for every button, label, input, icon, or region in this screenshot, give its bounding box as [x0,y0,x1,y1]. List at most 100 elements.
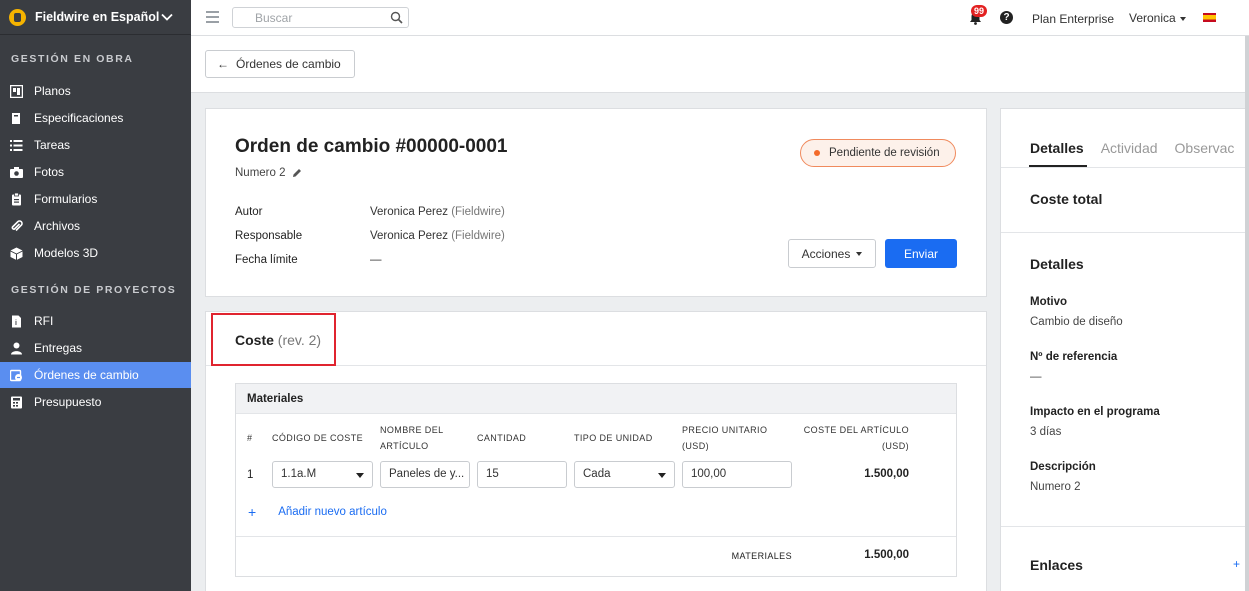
tasks-list-icon [10,139,23,152]
sidebar-item-archivos[interactable]: Archivos [0,213,191,239]
materials-table: Materiales # CÓDIGO DE COSTE NOMBRE DEL … [235,383,957,577]
column-header-name-line2: ARTÍCULO [380,441,429,451]
field-label-schedule-impact: Impacto en el programa [1030,406,1160,418]
section-heading-obra: GESTIÓN EN OBRA [11,53,134,65]
column-header-total: COSTE DEL ARTÍCULO (USD) [796,422,909,454]
calculator-icon [10,396,23,409]
item-name-field[interactable]: Paneles de y... [380,461,470,488]
sidebar-item-fotos[interactable]: Fotos [0,159,191,185]
rfi-document-icon: i [10,315,23,328]
order-subtitle: Numero 2 [235,167,302,179]
author-value: Veronica Perez (Fieldwire) [370,206,505,218]
arrow-left-icon: ← [217,57,229,71]
due-date-value: — [370,254,382,266]
author-name: Veronica Perez [370,206,448,218]
unit-price-field[interactable]: 100,00 [682,461,792,488]
column-header-price-line1: PRECIO UNITARIO [682,425,768,435]
sidebar: Fieldwire en Español GESTIÓN EN OBRA Pla… [0,0,191,591]
caret-down-icon [1179,16,1186,21]
search-icon[interactable] [390,11,403,24]
total-cost-heading: Coste total [1030,191,1103,207]
column-header-price-line2: (USD) [682,441,709,451]
quantity-field[interactable]: 15 [477,461,567,488]
links-heading: Enlaces [1030,557,1083,573]
status-label: Pendiente de revisión [829,147,940,159]
actions-dropdown[interactable]: Acciones [788,239,876,268]
scrollbar[interactable] [1245,36,1249,591]
plan-link[interactable]: Plan Enterprise [1032,12,1114,26]
tab-observaciones[interactable]: Observac [1175,140,1235,156]
add-item-button[interactable]: + Añadir nuevo artículo [248,504,387,520]
back-bar: ← Órdenes de cambio [191,36,1245,93]
details-heading: Detalles [1030,256,1084,272]
unit-type-value: Cada [583,468,611,480]
tab-detalles[interactable]: Detalles [1030,140,1084,156]
project-switcher[interactable]: Fieldwire en Español [0,0,191,35]
field-value-schedule-impact: 3 días [1030,426,1062,438]
add-item-label: Añadir nuevo artículo [278,506,387,518]
status-dot-icon [814,150,820,156]
column-header-total-line2: (USD) [882,441,909,451]
change-order-icon [10,369,23,382]
field-value-motivo: Cambio de diseño [1030,316,1123,328]
paperclip-icon [10,219,23,233]
sidebar-item-label: Entregas [34,341,83,355]
sidebar-item-planos[interactable]: Planos [0,78,191,104]
camera-icon [10,166,23,179]
chevron-down-icon [161,13,173,21]
column-header-total-line1: COSTE DEL ARTÍCULO [803,425,909,435]
field-label-motivo: Motivo [1030,296,1068,308]
person-icon [10,342,23,355]
user-menu[interactable]: Veronica [1129,11,1186,25]
assignee-label: Responsable [235,230,303,242]
assignee-value: Veronica Perez (Fieldwire) [370,230,505,242]
caret-down-icon [658,473,666,478]
add-link-button[interactable]: + [1233,557,1240,571]
plans-icon [10,84,23,98]
sidebar-item-label: Archivos [34,219,81,233]
search-input[interactable] [233,8,383,27]
caret-down-icon [356,473,364,478]
caret-down-icon [856,251,863,256]
sidebar-item-entregas[interactable]: Entregas [0,335,191,361]
section-heading-proyectos: GESTIÓN DE PROYECTOS [11,284,177,296]
column-header-qty: CANTIDAD [477,433,527,443]
sidebar-item-label: Planos [34,84,71,98]
sidebar-item-label: Especificaciones [34,111,124,125]
cost-code-select[interactable]: 1.1a.M [272,461,373,488]
sidebar-item-label: RFI [34,314,54,328]
assignee-org: (Fieldwire) [451,230,505,242]
field-value-reference: — [1030,371,1042,383]
sidebar-item-formularios[interactable]: Formularios [0,186,191,212]
specs-book-icon [10,112,23,125]
column-header-name: NOMBRE DEL ARTÍCULO [380,422,444,454]
pencil-icon[interactable] [292,168,302,178]
details-tabs: Detalles Actividad Observac [1030,140,1248,156]
unit-type-select[interactable]: Cada [574,461,675,488]
sidebar-item-especificaciones[interactable]: Especificaciones [0,105,191,131]
divider [1001,526,1245,527]
help-icon[interactable]: ? [1000,11,1013,24]
sidebar-item-rfi[interactable]: i RFI [0,308,191,334]
sidebar-item-modelos-3d[interactable]: Modelos 3D [0,240,191,266]
materials-title: Materiales [236,384,956,414]
menu-toggle-icon[interactable] [206,11,219,23]
sidebar-item-label: Formularios [34,192,98,206]
tab-actividad[interactable]: Actividad [1101,140,1158,156]
back-button[interactable]: ← Órdenes de cambio [205,50,355,78]
change-order-summary: Orden de cambio #00000-0001 Numero 2 Pen… [205,108,987,297]
sidebar-item-presupuesto[interactable]: Presupuesto [0,389,191,415]
sidebar-item-tareas[interactable]: Tareas [0,132,191,158]
notification-count-badge: 99 [971,5,988,17]
field-label-description: Descripción [1030,461,1096,473]
send-button[interactable]: Enviar [885,239,957,268]
spain-flag-icon[interactable] [1203,13,1216,22]
materials-footer-label: MATERIALES [731,551,792,561]
column-header-name-line1: NOMBRE DEL [380,425,444,435]
status-badge[interactable]: Pendiente de revisión [800,139,956,167]
field-value-description: Numero 2 [1030,481,1081,493]
divider [1001,167,1245,168]
sidebar-item-ordenes-de-cambio[interactable]: Órdenes de cambio [0,362,191,388]
plus-icon: + [248,504,257,520]
row-number: 1 [247,469,254,481]
